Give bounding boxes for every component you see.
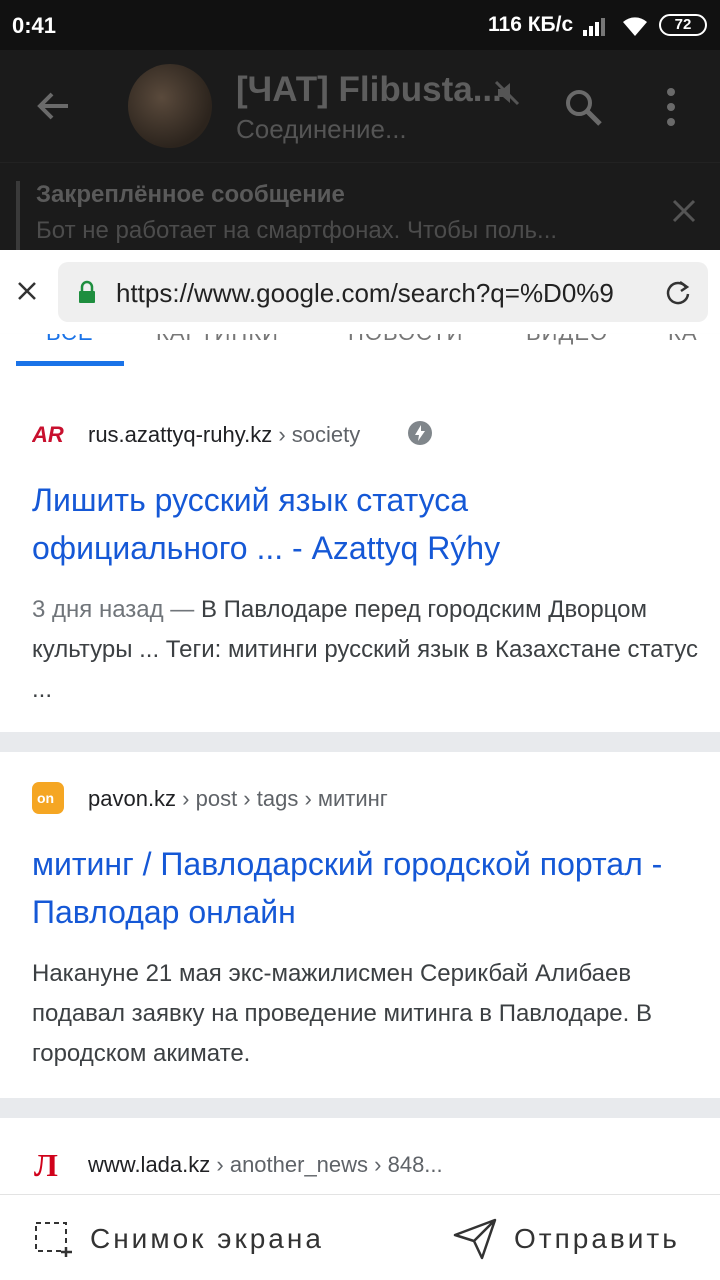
screenshot-button[interactable]: Снимок экрана bbox=[90, 1223, 324, 1255]
search-results: AR rus.azattyq-ruhy.kz › society Лишить … bbox=[0, 366, 720, 1194]
tab-maps[interactable]: КА bbox=[668, 334, 698, 346]
tab-images[interactable]: КАРТИНКИ bbox=[156, 334, 279, 346]
close-pinned-icon[interactable] bbox=[670, 197, 698, 225]
result-path: › society bbox=[272, 422, 361, 447]
pinned-accent-bar bbox=[16, 181, 20, 251]
url-text: https://www.google.com/search?q=%D0%9 bbox=[116, 278, 614, 308]
close-browser-icon[interactable] bbox=[16, 280, 38, 302]
pinned-text: Бот не работает на смартфонах. Чтобы пол… bbox=[36, 217, 558, 244]
reload-icon[interactable] bbox=[664, 278, 692, 306]
result-snippet: 3 дня назад — В Павлодаре перед городски… bbox=[32, 590, 700, 710]
network-speed: 116 КБ/с bbox=[488, 13, 574, 36]
back-arrow-icon[interactable] bbox=[32, 84, 76, 128]
lock-icon bbox=[79, 280, 95, 303]
search-icon[interactable] bbox=[562, 86, 604, 128]
cell-signal-icon bbox=[583, 18, 605, 36]
result-domain: rus.azattyq-ruhy.kz bbox=[88, 422, 273, 447]
bottom-action-bar: Снимок экрана Отправить bbox=[0, 1194, 720, 1280]
chat-header: [ЧАТ] Flibusta... Соединение... bbox=[0, 50, 720, 162]
tab-news[interactable]: НОВОСТИ bbox=[348, 334, 463, 346]
result-url[interactable]: pavon.kz › post › tags › митинг bbox=[88, 786, 388, 812]
azattyq-favicon-icon: AR bbox=[32, 422, 64, 447]
browser-url-bar: https://www.google.com/search?q=%D0%9 bbox=[0, 250, 720, 334]
result-snippet: Накануне 21 мая экс-мажилисмен Серикбай … bbox=[32, 960, 652, 1067]
search-result: AR rus.azattyq-ruhy.kz › society Лишить … bbox=[0, 366, 720, 732]
tab-all[interactable]: ВСЕ bbox=[46, 334, 94, 346]
result-url[interactable]: www.lada.kz › another_news › 848... bbox=[88, 1152, 443, 1178]
battery-indicator: 72 bbox=[659, 14, 707, 36]
tab-video[interactable]: ВИДЕО bbox=[526, 334, 608, 346]
search-tabs: ВСЕ КАРТИНКИ НОВОСТИ ВИДЕО КА bbox=[0, 334, 720, 366]
pavon-favicon-icon: on bbox=[32, 782, 64, 814]
result-domain: pavon.kz bbox=[88, 786, 177, 811]
result-domain: www.lada.kz bbox=[88, 1152, 211, 1177]
amp-icon bbox=[408, 421, 432, 445]
result-title-link[interactable]: митинг / Павлодарский городской портал -… bbox=[32, 840, 692, 936]
wifi-icon bbox=[623, 17, 647, 36]
result-title-link[interactable]: Лишить русский язык статуса официального… bbox=[32, 476, 692, 572]
pinned-message[interactable]: Закреплённое сообщение Бот не работает н… bbox=[0, 162, 720, 251]
chat-title[interactable]: [ЧАТ] Flibusta... bbox=[236, 70, 502, 110]
muted-icon bbox=[494, 80, 520, 106]
lada-favicon-icon: Л bbox=[34, 1148, 58, 1180]
send-button[interactable]: Отправить bbox=[514, 1223, 680, 1255]
result-url[interactable]: rus.azattyq-ruhy.kz › society bbox=[88, 422, 360, 448]
result-date: 3 дня назад — bbox=[32, 596, 201, 623]
chat-avatar[interactable] bbox=[128, 64, 212, 148]
result-path: › post › tags › митинг bbox=[176, 786, 388, 811]
svg-text:on: on bbox=[37, 790, 54, 806]
pinned-title: Закреплённое сообщение bbox=[36, 181, 345, 208]
svg-text:Л: Л bbox=[34, 1148, 58, 1180]
url-field[interactable]: https://www.google.com/search?q=%D0%9 bbox=[58, 262, 708, 322]
search-result: Л www.lada.kz › another_news › 848... bbox=[0, 1118, 720, 1194]
screenshot-icon[interactable] bbox=[34, 1221, 74, 1257]
chat-status: Соединение... bbox=[236, 114, 407, 144]
search-result: on pavon.kz › post › tags › митинг митин… bbox=[0, 752, 720, 1098]
status-time: 0:41 bbox=[12, 13, 57, 38]
result-path: › another_news › 848... bbox=[210, 1152, 443, 1177]
send-icon[interactable] bbox=[452, 1217, 498, 1261]
more-options-icon[interactable] bbox=[664, 86, 678, 128]
svg-text:AR: AR bbox=[32, 422, 64, 447]
status-bar: 0:41 116 КБ/с 72 bbox=[0, 0, 720, 50]
